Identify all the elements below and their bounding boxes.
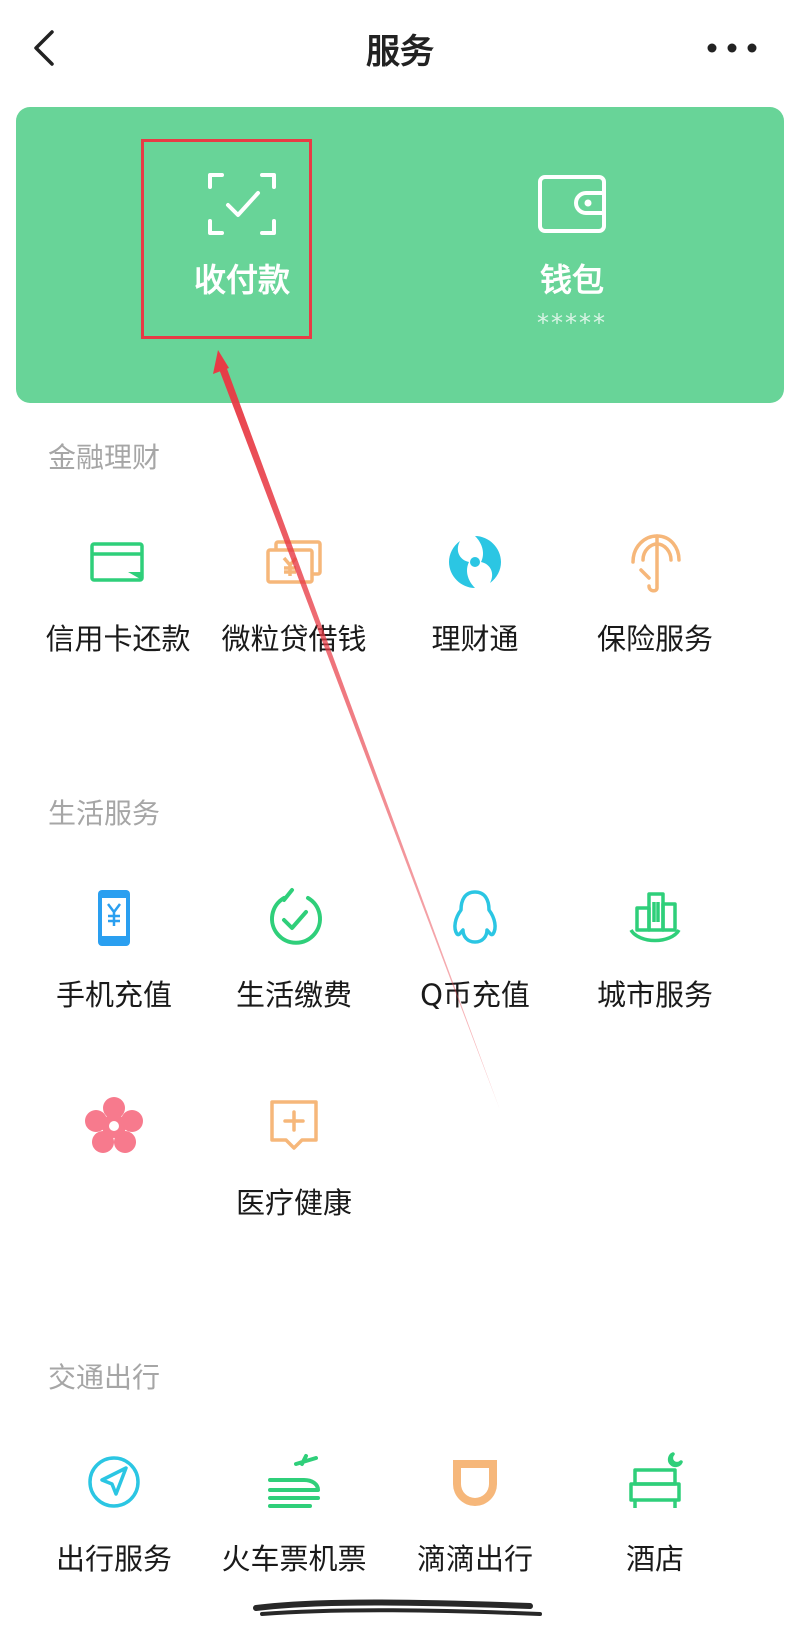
nav-bar: 服务 xyxy=(0,0,800,100)
grid-item-medical[interactable]: 医疗健康 xyxy=(199,1094,389,1222)
grid-item-hotel[interactable]: 酒店 xyxy=(560,1450,750,1578)
wallet-icon xyxy=(538,175,606,233)
travel-service-icon xyxy=(88,1456,140,1508)
grid-item-label: 生活缴费 xyxy=(235,978,352,1012)
grid-item-credit-card-repay[interactable]: 信用卡还款 xyxy=(23,530,213,658)
section-title-finance: 金融理财 xyxy=(48,441,161,474)
grid-item-label: 酒店 xyxy=(625,1542,684,1576)
grid-item-label: 滴滴出行 xyxy=(416,1542,533,1576)
medical-icon xyxy=(270,1100,318,1150)
wallet-balance-masked: ***** xyxy=(537,309,607,337)
grid-item-bill-payment[interactable]: 生活缴费 xyxy=(199,886,389,1014)
bill-payment-icon xyxy=(270,888,322,945)
phone-recharge-icon xyxy=(98,890,130,946)
credit-card-icon xyxy=(90,542,144,582)
loan-icon xyxy=(266,540,322,584)
grid-item-wealth[interactable]: 理财通 xyxy=(380,530,570,658)
wallet-button[interactable]: 钱包 ***** xyxy=(472,141,672,341)
insurance-icon xyxy=(631,534,681,593)
grid-item-insurance[interactable]: 保险服务 xyxy=(560,530,750,658)
grid-item-label: 微粒贷借钱 xyxy=(221,622,367,656)
grid-item-label: 医疗健康 xyxy=(235,1186,352,1220)
grid-item-label: 出行服务 xyxy=(55,1542,172,1576)
grid-item-label: 保险服务 xyxy=(596,622,713,656)
grid-item-travel-service[interactable]: 出行服务 xyxy=(19,1450,209,1578)
grid-item-city-service[interactable]: 城市服务 xyxy=(560,886,750,1014)
qq-penguin-icon xyxy=(453,890,497,944)
wallet-card: 收付款 钱包 ***** xyxy=(16,107,784,403)
section-title-life: 生活服务 xyxy=(48,797,161,830)
grid-item-label: 信用卡还款 xyxy=(45,622,191,656)
grid-item-train-ticket[interactable]: 火车票机票 xyxy=(199,1450,389,1578)
grid-item-loan[interactable]: 微粒贷借钱 xyxy=(199,530,389,658)
grid-item-label: Q币充值 xyxy=(420,978,530,1012)
annotation-highlight-box xyxy=(141,139,312,339)
didi-icon xyxy=(453,1460,497,1506)
wallet-label: 钱包 xyxy=(539,261,604,299)
hotel-icon xyxy=(629,1452,683,1508)
grid-item-label: 城市服务 xyxy=(596,978,713,1012)
page-title: 服务 xyxy=(366,32,434,72)
grid-item-label: 理财通 xyxy=(431,622,519,656)
grid-item-label: 火车票机票 xyxy=(221,1542,367,1576)
grid-item-label: 手机充值 xyxy=(55,978,172,1012)
grid-item-didi[interactable]: 滴滴出行 xyxy=(380,1450,570,1578)
grid-item-phone-recharge[interactable]: 手机充值 xyxy=(19,886,209,1014)
train-ticket-icon xyxy=(268,1454,320,1508)
section-title-transport: 交通出行 xyxy=(48,1361,161,1394)
grid-item-q-coin[interactable]: Q币充值 xyxy=(380,886,570,1014)
city-service-icon xyxy=(629,892,681,943)
more-menu-icon[interactable] xyxy=(704,30,760,66)
grid-item-flower[interactable] xyxy=(19,1094,209,1180)
flower-icon xyxy=(85,1097,143,1153)
wealth-icon xyxy=(449,536,501,588)
